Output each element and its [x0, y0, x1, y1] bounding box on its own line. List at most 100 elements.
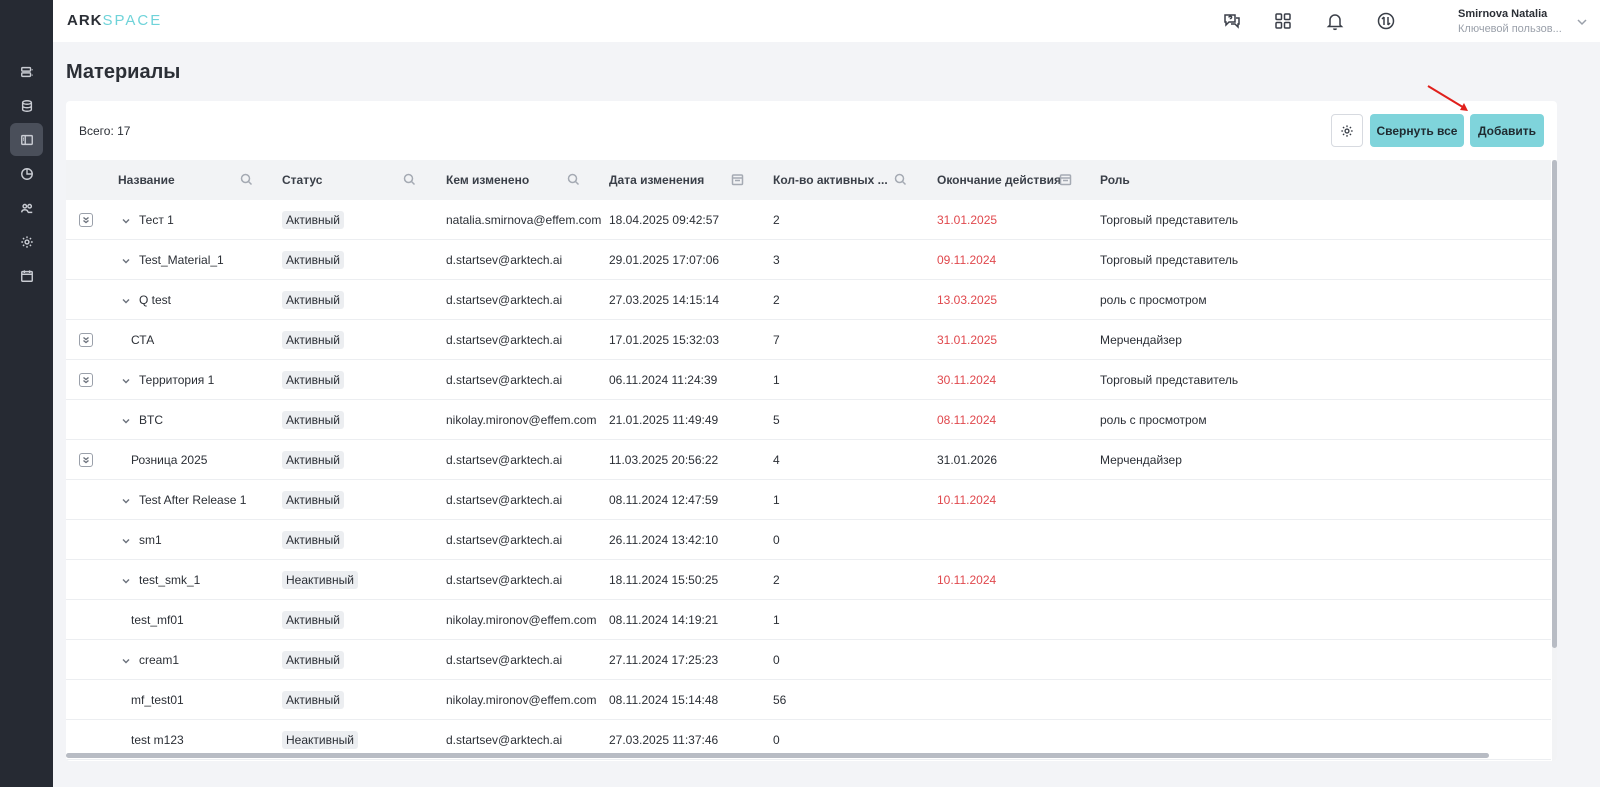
- material-name[interactable]: Розница 2025: [131, 440, 207, 480]
- column-search-button[interactable]: [567, 173, 580, 186]
- column-header[interactable]: Роль: [1100, 160, 1130, 200]
- row-toggle[interactable]: [121, 575, 131, 585]
- status-cell: Активный: [282, 520, 344, 560]
- materials-card: Всего: 17 Свернуть все Добавить Название…: [66, 101, 1557, 761]
- role: Мерчендайзер: [1100, 453, 1182, 467]
- row-toggle[interactable]: [121, 215, 131, 225]
- changed-by: nikolay.mironov@effem.com: [446, 413, 597, 427]
- search-icon: [567, 173, 580, 186]
- bell-icon: [1326, 14, 1344, 31]
- chevron-down-icon: [122, 219, 130, 224]
- sidebar-item-settings[interactable]: [10, 225, 43, 258]
- column-header[interactable]: Кол-во активных ...: [773, 160, 888, 200]
- material-name[interactable]: test_mf01: [131, 600, 184, 640]
- list-icon: [20, 66, 33, 77]
- status-badge: Активный: [282, 251, 344, 269]
- annotation-arrow-icon: [1427, 85, 1468, 111]
- material-name[interactable]: Тест 1: [121, 200, 174, 240]
- user-name: Smirnova Natalia: [1458, 8, 1548, 20]
- material-name[interactable]: mf_test01: [131, 680, 184, 720]
- status-badge: Активный: [282, 611, 344, 629]
- table-row[interactable]: sm1 Активный d.startsev@arktech.ai 26.11.20…: [66, 520, 1551, 560]
- user-menu-toggle[interactable]: [1576, 15, 1588, 27]
- sidebar-item-database[interactable]: [10, 89, 43, 122]
- row-toggle[interactable]: [121, 255, 131, 265]
- expand-row-button[interactable]: [79, 333, 93, 347]
- sidebar-item-chart[interactable]: [10, 157, 43, 190]
- top-header: ARKSPACE Smirnova Natalia Ключевой польз…: [53, 0, 1600, 42]
- sidebar-item-list[interactable]: [10, 55, 43, 88]
- end-date: 13.03.2025: [937, 293, 998, 307]
- add-button[interactable]: Добавить: [1470, 114, 1544, 147]
- column-header[interactable]: Кем изменено: [446, 160, 529, 200]
- expand-row-button[interactable]: [79, 453, 93, 467]
- changed-at: 17.01.2025 15:32:03: [609, 333, 720, 347]
- row-toggle[interactable]: [121, 495, 131, 505]
- table-row[interactable]: test_mf01 Активный nikolay.mironov@effem.c…: [66, 600, 1551, 640]
- changed-by: d.startsev@arktech.ai: [446, 333, 563, 347]
- material-name[interactable]: Test_Material_1: [121, 240, 224, 280]
- materials-icon: [20, 134, 33, 145]
- column-header[interactable]: Название: [118, 160, 175, 200]
- apps-grid-button[interactable]: [1273, 11, 1293, 31]
- material-name[interactable]: BTC: [121, 400, 163, 440]
- table-row[interactable]: Розница 2025 Активный d.startsev@arktech.a…: [66, 440, 1551, 480]
- column-search-button[interactable]: [894, 173, 907, 186]
- row-toggle[interactable]: [121, 415, 131, 425]
- table-row[interactable]: test_smk_1 Неактивный d.startsev@arktech.a…: [66, 560, 1551, 600]
- material-name[interactable]: СТА: [131, 320, 154, 360]
- table-row[interactable]: Test_Material_1 Активный d.startsev@arktec…: [66, 240, 1551, 280]
- status-cell: Активный: [282, 480, 344, 520]
- material-name[interactable]: Test After Release 1: [121, 480, 246, 520]
- app-logo[interactable]: ARKSPACE: [67, 12, 162, 29]
- status-cell: Активный: [282, 320, 344, 360]
- horizontal-scrollbar[interactable]: [66, 753, 1489, 758]
- material-name[interactable]: cream1: [121, 640, 179, 680]
- status-cell: Активный: [282, 280, 344, 320]
- active-count: 5: [773, 413, 780, 427]
- sidebar-item-users[interactable]: [10, 191, 43, 224]
- table-settings-button[interactable]: [1331, 114, 1363, 147]
- vertical-scrollbar[interactable]: [1552, 160, 1557, 648]
- column-header[interactable]: Окончание действия: [937, 160, 1061, 200]
- table-row[interactable]: BTC Активный nikolay.mironov@effem.com 21.0…: [66, 400, 1551, 440]
- table-row[interactable]: mf_test01 Активный nikolay.mironov@effem.c…: [66, 680, 1551, 720]
- sync-button[interactable]: [1376, 11, 1396, 31]
- column-date-filter-button[interactable]: [1059, 173, 1072, 186]
- active-count: 1: [773, 493, 780, 507]
- material-name[interactable]: test_smk_1: [121, 560, 200, 600]
- user-menu[interactable]: Smirnova Natalia Ключевой пользов...: [1458, 8, 1562, 35]
- material-name[interactable]: Q test: [121, 280, 171, 320]
- column-header[interactable]: Статус: [282, 160, 322, 200]
- table-row[interactable]: cream1 Активный d.startsev@arktech.ai 27.11…: [66, 640, 1551, 680]
- row-toggle[interactable]: [121, 375, 131, 385]
- table-row[interactable]: Q test Активный d.startsev@arktech.ai 27.03…: [66, 280, 1551, 320]
- material-name[interactable]: sm1: [121, 520, 162, 560]
- sidebar-item-materials[interactable]: [10, 123, 43, 156]
- row-toggle[interactable]: [121, 655, 131, 665]
- status-cell: Активный: [282, 680, 344, 720]
- collapse-all-button[interactable]: Свернуть все: [1370, 114, 1464, 147]
- table-row[interactable]: Тест 1 Активный natalia.smirnova@effem.com…: [66, 200, 1551, 240]
- chevron-down-icon: [122, 539, 130, 544]
- column-search-button[interactable]: [403, 173, 416, 186]
- calendar-icon: [731, 174, 744, 186]
- help-chat-button[interactable]: [1222, 11, 1242, 31]
- column-search-button[interactable]: [240, 173, 253, 186]
- expand-icon: [83, 376, 89, 384]
- table-row[interactable]: Территория 1 Активный d.startsev@arktech.a…: [66, 360, 1551, 400]
- sidebar-item-calendar[interactable]: [10, 259, 43, 292]
- row-toggle[interactable]: [121, 535, 131, 545]
- status-badge: Активный: [282, 291, 344, 309]
- active-count: 0: [773, 653, 780, 667]
- table-row[interactable]: Test After Release 1 Активный d.startsev@a…: [66, 480, 1551, 520]
- material-name[interactable]: Территория 1: [121, 360, 214, 400]
- notifications-button[interactable]: [1325, 11, 1345, 31]
- gear-icon: [1341, 124, 1353, 137]
- row-toggle[interactable]: [121, 295, 131, 305]
- column-header[interactable]: Дата изменения: [609, 160, 704, 200]
- table-row[interactable]: СТА Активный d.startsev@arktech.ai 17.01.20…: [66, 320, 1551, 360]
- expand-row-button[interactable]: [79, 373, 93, 387]
- expand-row-button[interactable]: [79, 213, 93, 227]
- column-date-filter-button[interactable]: [731, 173, 744, 186]
